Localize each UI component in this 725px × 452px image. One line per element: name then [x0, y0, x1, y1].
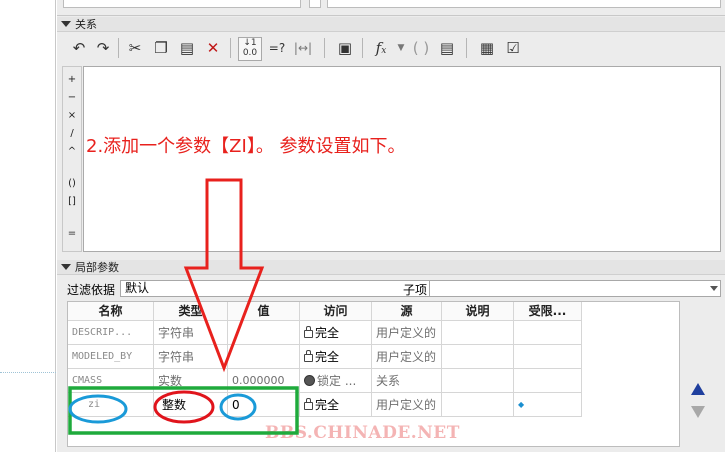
divide-operator-button[interactable]: / — [63, 127, 81, 141]
table-cell-access[interactable]: 完全 — [300, 321, 372, 345]
access-text: 完全 — [315, 326, 340, 340]
equals-operator-button[interactable]: = — [63, 227, 81, 241]
relations-editor[interactable] — [83, 66, 721, 252]
tutorial-annotation: 2.添加一个参数【ZI】。 参数设置如下。 — [86, 136, 406, 157]
toolbar-separator — [118, 38, 119, 58]
column-header-name[interactable]: 名称 — [68, 302, 154, 321]
table-cell-type[interactable]: 实数 — [154, 369, 228, 393]
table-cell-value[interactable]: 0.000000 — [228, 369, 300, 393]
table-cell-source[interactable]: 关系 — [372, 369, 442, 393]
collapse-triangle-icon[interactable] — [61, 264, 71, 270]
top-field-1[interactable] — [63, 0, 301, 8]
table-cell-restricted[interactable] — [514, 369, 582, 393]
toolbar-separator — [230, 38, 231, 58]
operator-buttons: + − × / ^ () [] = — [62, 66, 82, 252]
left-pane — [0, 0, 56, 452]
power-operator-button[interactable]: ^ — [63, 145, 81, 159]
top-input-strip — [57, 0, 725, 16]
column-header-access[interactable]: 访问 — [300, 302, 372, 321]
local-params-section-header[interactable]: 局部参数 — [57, 260, 725, 275]
redo-icon[interactable]: ↷ — [92, 37, 114, 59]
copy-icon[interactable]: ❐ — [150, 37, 172, 59]
lock-open-icon — [304, 398, 313, 410]
brackets-operator-button[interactable]: [] — [63, 195, 81, 209]
toolbar-separator — [324, 38, 325, 58]
access-text: 完全 — [315, 350, 340, 364]
relations-section-title: 关系 — [75, 18, 97, 31]
table-cell-name[interactable]: zi — [68, 393, 154, 417]
collapse-triangle-icon[interactable] — [61, 21, 71, 27]
watermark: BBS.CHINADE.NET — [265, 423, 460, 443]
move-down-arrow-icon[interactable] — [691, 406, 705, 418]
import-relations-icon[interactable]: ▦ — [476, 37, 498, 59]
child-label: 子项 — [403, 283, 428, 297]
column-header-type[interactable]: 类型 — [154, 302, 228, 321]
column-header-value[interactable]: 值 — [228, 302, 300, 321]
verify-relations-icon[interactable]: ▣ — [334, 37, 356, 59]
filter-row: 过滤依据 默认 子项 — [57, 279, 721, 299]
minus-operator-button[interactable]: − — [63, 91, 81, 105]
dimension-icon[interactable]: |↔| — [292, 37, 314, 59]
lock-open-icon — [304, 326, 313, 338]
column-header-source[interactable]: 源 — [372, 302, 442, 321]
table-cell-name[interactable]: DESCRIP... — [68, 321, 154, 345]
table-cell-description[interactable] — [442, 393, 514, 417]
locked-icon — [304, 375, 315, 386]
table-cell-name[interactable]: CMASS — [68, 369, 154, 393]
lock-open-icon — [304, 350, 313, 362]
table-cell-description[interactable] — [442, 321, 514, 345]
top-field-2[interactable] — [309, 0, 321, 8]
table-cell-restricted[interactable] — [514, 345, 582, 369]
insert-parameter-icon[interactable]: ↓1 0.0 — [238, 37, 262, 61]
parentheses-operator-button[interactable]: () — [63, 177, 81, 191]
plus-operator-button[interactable]: + — [63, 73, 81, 87]
table-cell-name[interactable]: MODELED_BY — [68, 345, 154, 369]
function-dropdown-icon[interactable]: ▼ — [390, 37, 412, 59]
table-cell-description[interactable] — [442, 345, 514, 369]
sort-relations-icon[interactable]: ▤ — [436, 37, 458, 59]
function-icon[interactable]: fx — [370, 37, 392, 59]
filter-label: 过滤依据 — [67, 283, 116, 297]
cut-icon[interactable]: ✂ — [124, 37, 146, 59]
table-cell-description[interactable] — [442, 369, 514, 393]
chevron-down-icon — [710, 286, 718, 291]
child-select[interactable] — [429, 280, 721, 297]
table-cell-type[interactable]: 字符串 — [154, 321, 228, 345]
top-field-3[interactable] — [327, 0, 721, 8]
check-relations-icon[interactable]: ☑ — [502, 37, 524, 59]
table-cell-access[interactable]: 完全 — [300, 393, 372, 417]
table-cell-access[interactable]: 锁定 ... — [300, 369, 372, 393]
undo-icon[interactable]: ↶ — [68, 37, 90, 59]
table-cell-restricted[interactable]: ◆ — [514, 393, 582, 417]
column-header-description[interactable]: 说明 — [442, 302, 514, 321]
relations-section-header[interactable]: 关系 — [57, 17, 725, 32]
table-cell-value[interactable]: 0 — [228, 393, 300, 417]
table-cell-restricted[interactable] — [514, 321, 582, 345]
table-cell-value[interactable] — [228, 345, 300, 369]
column-header-restricted[interactable]: 受限... — [514, 302, 582, 321]
access-text: 锁定 ... — [317, 374, 357, 388]
toolbar-separator — [362, 38, 363, 58]
local-params-title: 局部参数 — [75, 261, 119, 274]
evaluate-icon[interactable]: =? — [266, 37, 288, 59]
multiply-operator-button[interactable]: × — [63, 109, 81, 123]
access-text: 完全 — [315, 398, 340, 412]
guide-line — [0, 372, 56, 373]
delete-icon[interactable]: ✕ — [202, 37, 224, 59]
toolbar-separator — [466, 38, 467, 58]
parentheses-icon[interactable]: ( ) — [410, 37, 432, 59]
filter-select-value: 默认 — [125, 281, 150, 295]
table-cell-access[interactable]: 完全 — [300, 345, 372, 369]
table-cell-value[interactable] — [228, 321, 300, 345]
relations-toolbar: ↶ ↷ ✂ ❐ ▤ ✕ ↓1 0.0 =? |↔| ▣ fx ▼ ( ) ▤ ▦ … — [62, 34, 722, 62]
table-cell-source[interactable]: 用户定义的 — [372, 321, 442, 345]
paste-icon[interactable]: ▤ — [176, 37, 198, 59]
move-up-arrow-icon[interactable] — [691, 383, 705, 395]
table-cell-type[interactable]: 整数 — [154, 393, 228, 417]
table-cell-source[interactable]: 用户定义的 — [372, 345, 442, 369]
table-cell-type[interactable]: 字符串 — [154, 345, 228, 369]
table-cell-source[interactable]: 用户定义的 — [372, 393, 442, 417]
